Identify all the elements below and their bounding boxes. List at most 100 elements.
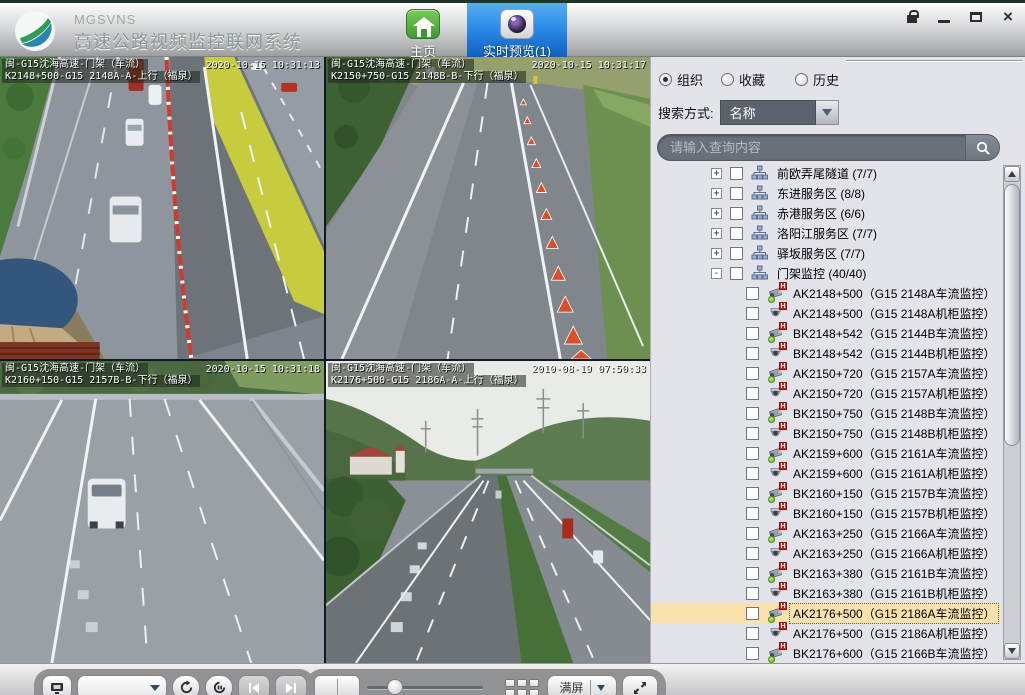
scroll-up-button[interactable] bbox=[1004, 166, 1020, 182]
tree-group-row[interactable]: + 洛阳江服务区 (7/7) bbox=[651, 223, 1000, 243]
tree-camera-row[interactable]: H BK2163+380（G15 2161B车流监控） bbox=[651, 563, 1000, 583]
previous-page-button[interactable] bbox=[238, 675, 270, 695]
cycle-pause-button[interactable] bbox=[205, 675, 233, 695]
camera-checkbox[interactable] bbox=[746, 407, 759, 420]
camera-checkbox[interactable] bbox=[746, 307, 759, 320]
grid-layout-icon[interactable] bbox=[502, 675, 542, 695]
camera-checkbox[interactable] bbox=[746, 387, 759, 400]
camera-checkbox[interactable] bbox=[746, 507, 759, 520]
tree-camera-row[interactable]: H BK2148+542（G15 2144B机柜监控） bbox=[651, 343, 1000, 363]
search-mode-dropdown[interactable]: 名称 bbox=[720, 100, 839, 125]
radio-organization[interactable]: 组织 bbox=[659, 70, 703, 89]
tree-camera-row[interactable]: H AK2148+500（G15 2148A车流监控） bbox=[651, 283, 1000, 303]
camera-label[interactable]: AK2159+600（G15 2161A机柜监控） bbox=[789, 463, 999, 484]
scroll-down-button[interactable] bbox=[1004, 643, 1020, 659]
group-checkbox[interactable] bbox=[730, 227, 743, 240]
tree-camera-row[interactable]: H BK2150+750（G15 2148B机柜监控） bbox=[651, 423, 1000, 443]
expand-button[interactable] bbox=[622, 675, 658, 695]
camera-label[interactable]: BK2163+380（G15 2161B机柜监控） bbox=[789, 583, 999, 604]
expand-toggle[interactable]: + bbox=[711, 188, 722, 199]
camera-label[interactable]: AK2176+500（G15 2186A机柜监控） bbox=[789, 623, 999, 644]
search-button[interactable] bbox=[965, 134, 999, 161]
tree-group-row[interactable]: + 前欧弄尾隧道 (7/7) bbox=[651, 163, 1000, 183]
tree-camera-row[interactable]: H AK2150+720（G15 2157A车流监控） bbox=[651, 363, 1000, 383]
group-label[interactable]: 东进服务区 (8/8) bbox=[773, 183, 869, 204]
group-checkbox[interactable] bbox=[730, 167, 743, 180]
tree-camera-row[interactable]: H BK2148+542（G15 2144B车流监控） bbox=[651, 323, 1000, 343]
camera-label[interactable]: BK2148+542（G15 2144B机柜监控） bbox=[789, 343, 999, 364]
camera-checkbox[interactable] bbox=[746, 347, 759, 360]
expand-toggle[interactable]: + bbox=[711, 248, 722, 259]
tree-camera-row[interactable]: H BK2163+380（G15 2161B机柜监控） bbox=[651, 583, 1000, 603]
tree-camera-row[interactable]: H AK2176+500（G15 2186A机柜监控） bbox=[651, 623, 1000, 643]
tree-camera-row[interactable]: H AK2159+600（G15 2161A车流监控） bbox=[651, 443, 1000, 463]
group-label[interactable]: 赤港服务区 (6/6) bbox=[773, 203, 869, 224]
camera-checkbox[interactable] bbox=[746, 327, 759, 340]
tree-scrollbar[interactable] bbox=[1003, 165, 1021, 660]
tree-camera-row[interactable]: H AK2150+720（G15 2157A机柜监控） bbox=[651, 383, 1000, 403]
tab-home[interactable]: 主页 bbox=[388, 3, 458, 60]
camera-label[interactable]: BK2150+750（G15 2148B车流监控） bbox=[789, 403, 999, 424]
group-checkbox[interactable] bbox=[730, 187, 743, 200]
search-input[interactable] bbox=[658, 135, 965, 160]
camera-checkbox[interactable] bbox=[746, 607, 759, 620]
camera-checkbox[interactable] bbox=[746, 647, 759, 660]
group-label[interactable]: 前欧弄尾隧道 (7/7) bbox=[773, 163, 881, 184]
camera-checkbox[interactable] bbox=[746, 447, 759, 460]
lock-icon[interactable] bbox=[903, 9, 921, 25]
camera-checkbox[interactable] bbox=[746, 427, 759, 440]
group-checkbox[interactable] bbox=[730, 207, 743, 220]
camera-label[interactable]: AK2163+250（G15 2166A机柜监控） bbox=[789, 543, 999, 564]
expand-toggle[interactable]: + bbox=[711, 228, 722, 239]
radio-history[interactable]: 历史 bbox=[795, 70, 839, 89]
camera-label[interactable]: BK2176+600（G15 2166B车流监控） bbox=[789, 643, 999, 664]
group-label[interactable]: 洛阳江服务区 (7/7) bbox=[773, 223, 881, 244]
tree-camera-row[interactable]: H AK2148+500（G15 2148A机柜监控） bbox=[651, 303, 1000, 323]
radio-favorites[interactable]: 收藏 bbox=[721, 70, 765, 89]
tree-camera-row[interactable]: H BK2176+600（G15 2166B车流监控） bbox=[651, 643, 1000, 663]
expand-toggle[interactable]: + bbox=[711, 208, 722, 219]
camera-label[interactable]: AK2148+500（G15 2148A车流监控） bbox=[789, 283, 999, 304]
expand-toggle[interactable]: + bbox=[711, 168, 722, 179]
volume-slider[interactable] bbox=[365, 675, 485, 695]
camera-checkbox[interactable] bbox=[746, 567, 759, 580]
camera-label[interactable]: AK2150+720（G15 2157A车流监控） bbox=[789, 363, 999, 384]
camera-checkbox[interactable] bbox=[746, 527, 759, 540]
panel-splitter[interactable] bbox=[846, 60, 1023, 62]
camera-label[interactable]: AK2148+500（G15 2148A机柜监控） bbox=[789, 303, 999, 324]
camera-label[interactable]: AK2176+500（G15 2186A车流监控） bbox=[789, 603, 999, 624]
group-label[interactable]: 门架监控 (40/40) bbox=[773, 263, 870, 284]
camera-checkbox[interactable] bbox=[746, 367, 759, 380]
video-pane-4[interactable]: 闽-G15沈海高速-门架（车流） K2176+500-G15 2186A-A-上… bbox=[326, 361, 650, 663]
camera-checkbox[interactable] bbox=[746, 287, 759, 300]
fullscreen-button[interactable]: 满屏 bbox=[547, 675, 617, 695]
camera-label[interactable]: AK2159+600（G15 2161A车流监控） bbox=[789, 443, 999, 464]
camera-label[interactable]: BK2148+542（G15 2144B车流监控） bbox=[789, 323, 999, 344]
group-checkbox[interactable] bbox=[730, 247, 743, 260]
camera-label[interactable]: BK2163+380（G15 2161B车流监控） bbox=[789, 563, 999, 584]
tab-live-preview[interactable]: 实时预览(1) bbox=[467, 3, 567, 60]
tree-camera-row[interactable]: H AK2163+250（G15 2166A车流监控） bbox=[651, 523, 1000, 543]
camera-checkbox[interactable] bbox=[746, 587, 759, 600]
camera-label[interactable]: AK2163+250（G15 2166A车流监控） bbox=[789, 523, 999, 544]
camera-label[interactable]: AK2150+720（G15 2157A机柜监控） bbox=[789, 383, 999, 404]
cycle-button[interactable] bbox=[172, 675, 200, 695]
camera-checkbox[interactable] bbox=[746, 487, 759, 500]
tree-camera-row[interactable]: H AK2159+600（G15 2161A机柜监控） bbox=[651, 463, 1000, 483]
tree-camera-row[interactable]: H BK2160+150（G15 2157B机柜监控） bbox=[651, 503, 1000, 523]
video-pane-1[interactable]: 闽-G15沈海高速-门架（车流） K2148+500-G15 2148A-A-上… bbox=[0, 57, 324, 359]
tree-group-row[interactable]: + 东进服务区 (8/8) bbox=[651, 183, 1000, 203]
tree-group-row[interactable]: - 门架监控 (40/40) bbox=[651, 263, 1000, 283]
group-label[interactable]: 驿坂服务区 (7/7) bbox=[773, 243, 869, 264]
video-pane-2[interactable]: 闽-G15沈海高速-门架（车流） K2150+750-G15 2148B-B-下… bbox=[326, 57, 650, 359]
expand-toggle[interactable]: - bbox=[711, 268, 722, 279]
tree-camera-row[interactable]: H AK2163+250（G15 2166A机柜监控） bbox=[651, 543, 1000, 563]
next-page-button[interactable] bbox=[275, 675, 307, 695]
camera-checkbox[interactable] bbox=[746, 627, 759, 640]
minimize-button[interactable] bbox=[935, 9, 953, 25]
tree-camera-row[interactable]: H AK2176+500（G15 2186A车流监控） bbox=[651, 603, 1000, 623]
camera-checkbox[interactable] bbox=[746, 547, 759, 560]
tree-group-row[interactable]: + 赤港服务区 (6/6) bbox=[651, 203, 1000, 223]
close-button[interactable]: × bbox=[999, 9, 1017, 25]
camera-label[interactable]: BK2160+150（G15 2157B车流监控） bbox=[789, 483, 999, 504]
